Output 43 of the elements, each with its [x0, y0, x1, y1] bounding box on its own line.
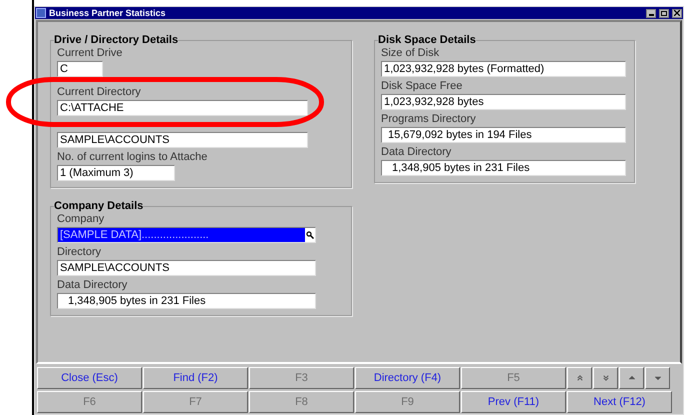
- field-label: Programs Directory: [381, 112, 476, 127]
- lookup-field[interactable]: [SAMPLE DATA]......................: [57, 227, 316, 243]
- group-title: Company Details: [54, 199, 144, 213]
- field-label: Directory: [57, 245, 102, 260]
- field-label: Company: [57, 212, 104, 227]
- field-label: Disk Space Free: [381, 79, 462, 94]
- input-field[interactable]: 1,023,932,928 bytes: [381, 94, 626, 110]
- function-key-button[interactable]: Directory (F4): [355, 367, 460, 389]
- search-icon[interactable]: [305, 228, 315, 242]
- field-label: Size of Disk: [381, 46, 440, 61]
- input-field[interactable]: C: [57, 61, 103, 77]
- function-key-button[interactable]: Prev (F11): [461, 391, 566, 413]
- group-title: Drive / Directory Details: [54, 33, 178, 47]
- window-title: Business Partner Statistics: [49, 7, 167, 19]
- down-arrow-icon: [602, 375, 608, 381]
- field-label: No. of current logins to Attache: [57, 150, 208, 165]
- input-field[interactable]: 1,348,905 bytes in 231 Files: [57, 293, 316, 309]
- minimize-icon[interactable]: [646, 8, 656, 18]
- function-key-button[interactable]: Close (Esc): [37, 367, 142, 389]
- input-field[interactable]: 15,679,092 bytes in 194 Files: [381, 127, 626, 143]
- field-label: Current Directory: [57, 85, 141, 100]
- field-label: Current Drive: [57, 46, 122, 61]
- input-field[interactable]: C:\ATTACHE: [57, 100, 308, 116]
- app-icon: [36, 8, 46, 18]
- field-label: Data Directory: [57, 278, 128, 293]
- nav-button[interactable]: [619, 367, 644, 389]
- maximize-icon[interactable]: [659, 8, 669, 18]
- input-field[interactable]: 1 (Maximum 3): [57, 165, 175, 181]
- nav-button[interactable]: [593, 367, 618, 389]
- down-arrow-icon: [654, 375, 660, 381]
- field-label: Data Directory: [381, 145, 452, 160]
- function-key-button[interactable]: Find (F2): [143, 367, 248, 389]
- up-arrow-icon: [576, 375, 582, 381]
- up-arrow-icon: [628, 375, 634, 381]
- input-field[interactable]: SAMPLE\ACCOUNTS: [57, 260, 316, 276]
- close-icon[interactable]: [672, 8, 682, 18]
- input-field[interactable]: SAMPLE\ACCOUNTS: [57, 132, 308, 148]
- input-field[interactable]: 1,348,905 bytes in 231 Files: [381, 160, 626, 176]
- nav-button[interactable]: [567, 367, 592, 389]
- nav-button[interactable]: [645, 367, 670, 389]
- function-key-button[interactable]: Next (F12): [567, 391, 672, 413]
- input-field[interactable]: 1,023,932,928 bytes (Formatted): [381, 61, 626, 77]
- group-title: Disk Space Details: [378, 33, 476, 47]
